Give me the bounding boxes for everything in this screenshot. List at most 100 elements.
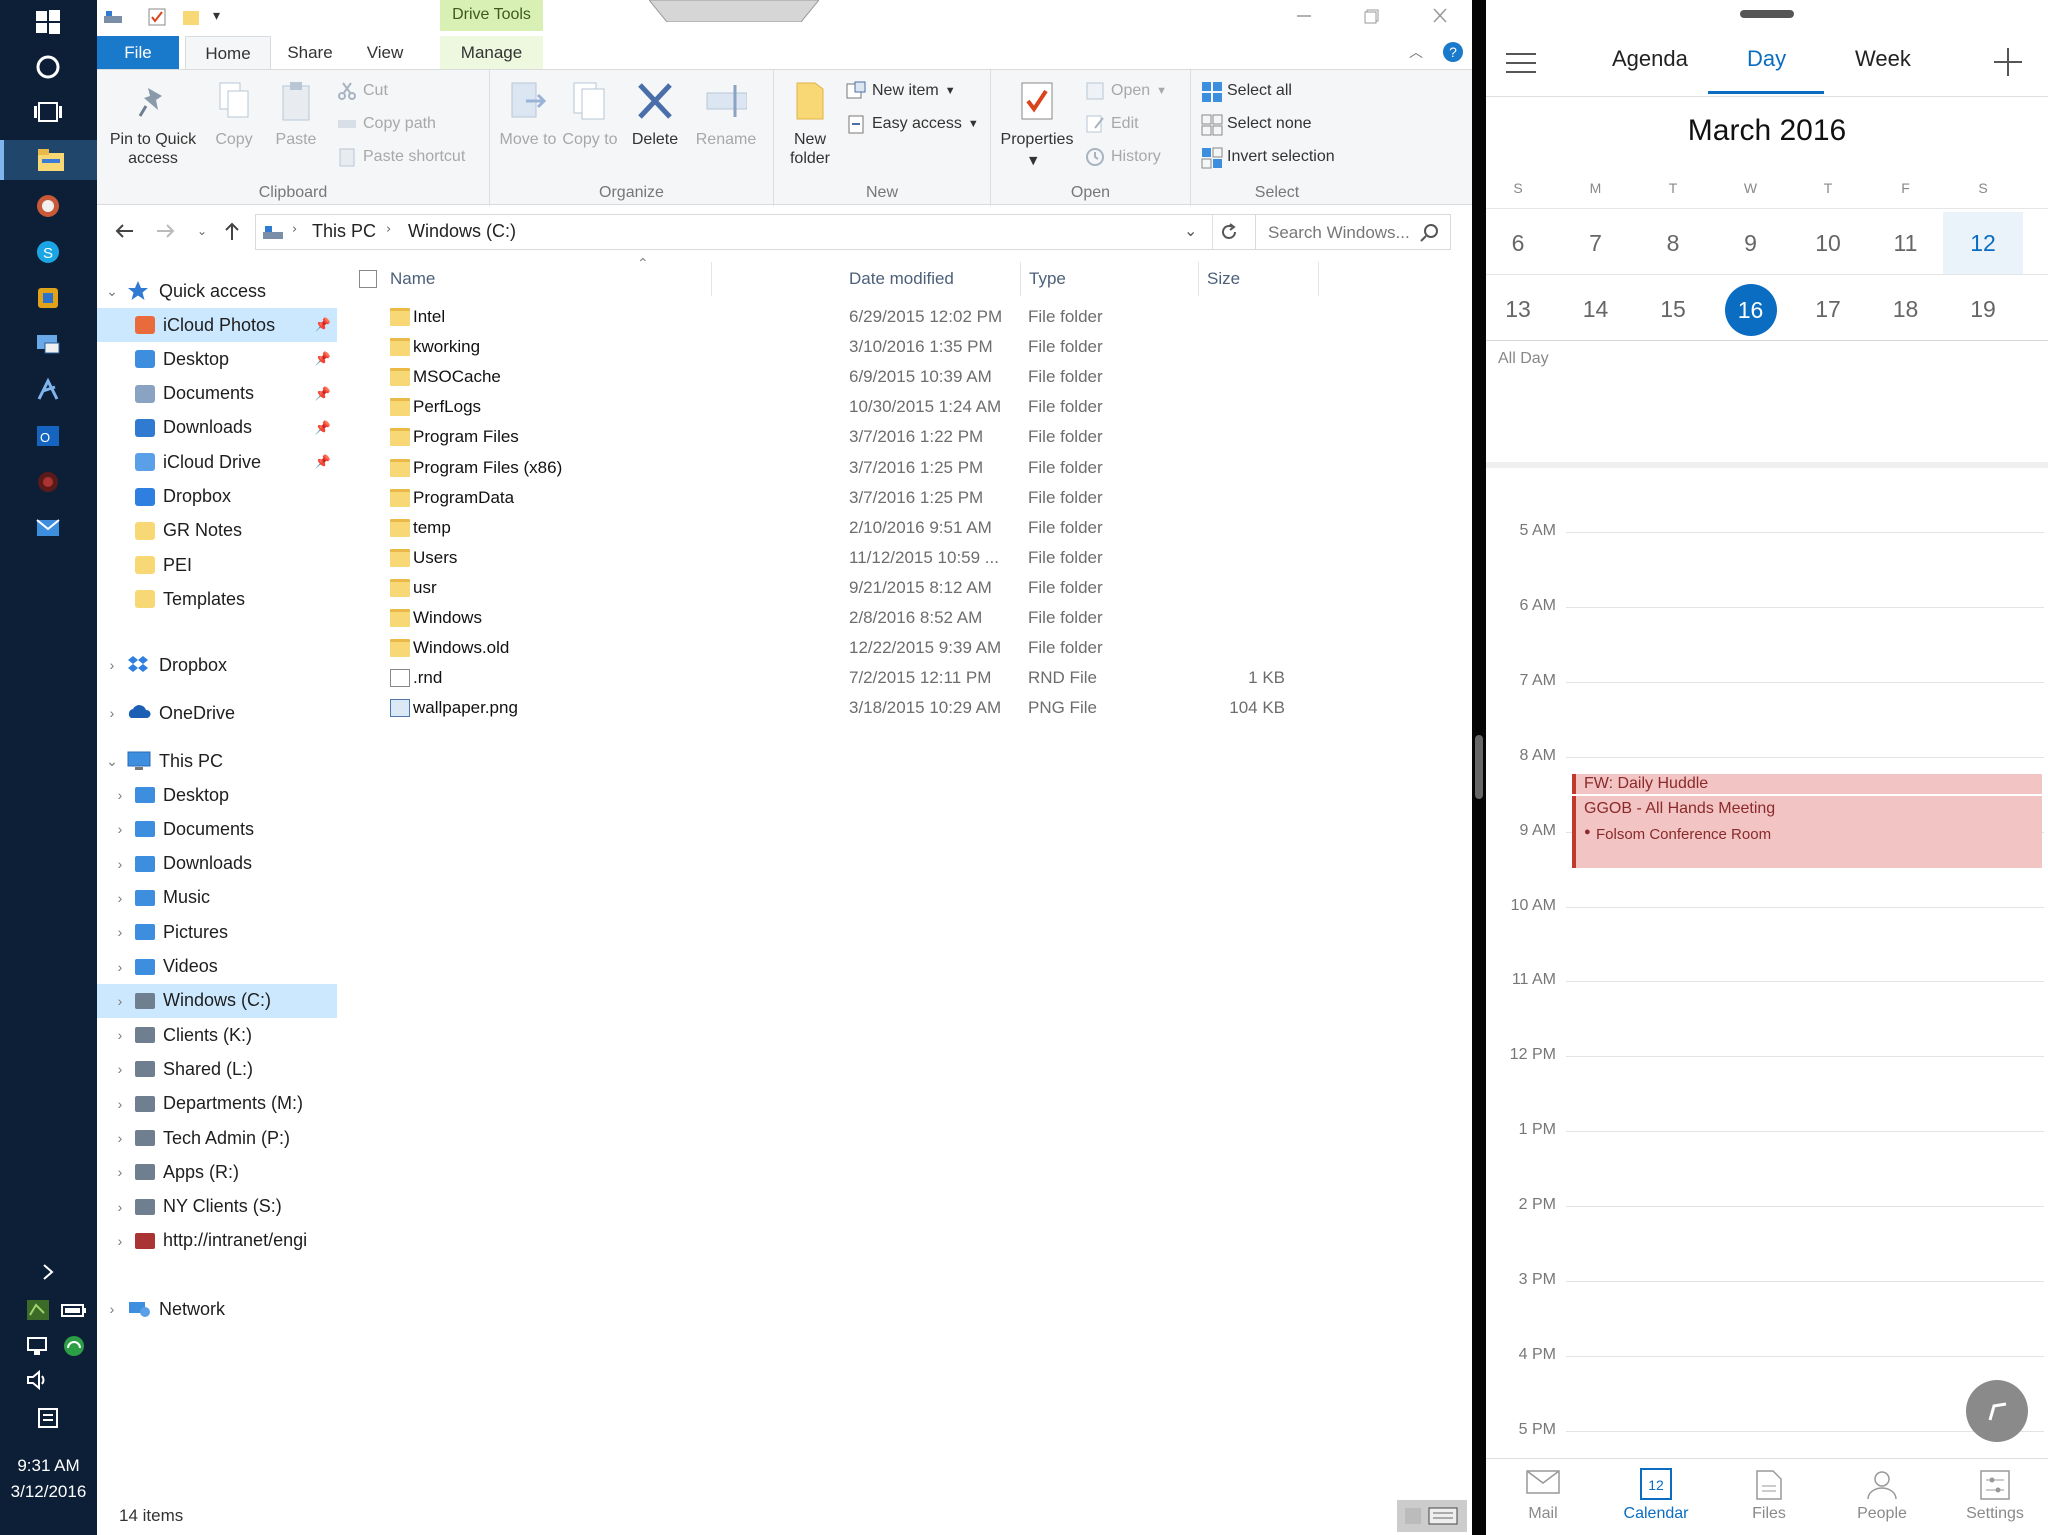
calendar-day[interactable]: 13: [1478, 278, 1558, 340]
tab-manage[interactable]: Manage: [440, 36, 543, 69]
close-button[interactable]: [1423, 4, 1457, 28]
nav-quick-item[interactable]: iCloud Drive 📌: [97, 445, 337, 479]
tab-home[interactable]: Home: [185, 36, 271, 70]
nav-onedrive[interactable]: › OneDrive: [97, 696, 337, 730]
skype-icon[interactable]: S: [28, 232, 68, 272]
expand-chevron-icon[interactable]: ›: [111, 1130, 129, 1146]
calendar-day[interactable]: 14: [1556, 278, 1636, 340]
expand-chevron-icon[interactable]: ›: [103, 705, 121, 721]
nav-pc-item[interactable]: › Tech Admin (P:): [97, 1121, 337, 1155]
tab-view[interactable]: View: [355, 36, 415, 69]
minimize-button[interactable]: [1287, 4, 1321, 28]
nav-pc-item[interactable]: › Downloads: [97, 847, 337, 881]
windows-start-icon[interactable]: [28, 2, 68, 42]
bottom-tab-calendar[interactable]: Calendar: [1601, 1505, 1711, 1523]
expand-chevron-icon[interactable]: ⌄: [103, 753, 121, 770]
app-icon-red[interactable]: [28, 462, 68, 502]
people-icon[interactable]: [1866, 1470, 1898, 1505]
mail-app-icon[interactable]: [28, 508, 68, 548]
nav-pc-item[interactable]: › NY Clients (S:): [97, 1190, 337, 1224]
nav-pc-item[interactable]: › Music: [97, 881, 337, 915]
app-icon-k[interactable]: [28, 370, 68, 410]
calendar-day[interactable]: 18: [1866, 278, 1946, 340]
tray-app-icon[interactable]: [18, 1290, 58, 1330]
address-dropdown-icon[interactable]: ⌄: [1184, 221, 1197, 240]
bottom-tab-files[interactable]: Files: [1714, 1505, 1824, 1523]
refresh-icon[interactable]: [1218, 221, 1240, 247]
bottom-tab-mail[interactable]: Mail: [1488, 1505, 1598, 1523]
calendar-day[interactable]: 11: [1866, 212, 1946, 274]
nav-pc-item[interactable]: › Apps (R:): [97, 1155, 337, 1189]
calendar-day[interactable]: 15: [1633, 278, 1713, 340]
easy-access-button[interactable]: Easy access ▼: [846, 111, 979, 137]
nav-quick-item[interactable]: Desktop 📌: [97, 342, 337, 376]
app-icon-square[interactable]: [28, 278, 68, 318]
expand-chevron-icon[interactable]: ›: [111, 993, 129, 1009]
app-icon-globe[interactable]: [28, 186, 68, 226]
file-explorer-taskbar-icon[interactable]: [0, 140, 97, 180]
window-grip-tab[interactable]: [648, 0, 820, 23]
nav-dropbox-root[interactable]: › Dropbox: [97, 648, 337, 682]
invert-selection-button[interactable]: Invert selection: [1201, 144, 1335, 170]
nav-pc-item[interactable]: › Windows (C:): [97, 983, 337, 1018]
file-row[interactable]: ProgramData 3/7/2016 1:25 PM File folder: [345, 483, 1325, 514]
new-folder-quick-icon[interactable]: [181, 7, 201, 31]
file-row[interactable]: Windows 2/8/2016 8:52 AM File folder: [345, 603, 1325, 634]
history-button[interactable]: History: [1085, 144, 1161, 170]
expand-chevron-icon[interactable]: ›: [103, 657, 121, 673]
edit-button[interactable]: Edit: [1085, 111, 1139, 137]
nav-pc-item[interactable]: › Documents: [97, 812, 337, 846]
tab-day[interactable]: Day: [1747, 46, 1786, 72]
show-hidden-icons-chevron-icon[interactable]: [28, 1252, 68, 1292]
column-header-type[interactable]: Type: [1021, 262, 1199, 296]
expand-chevron-icon[interactable]: ›: [111, 1096, 129, 1112]
nav-pc-item[interactable]: › Clients (K:): [97, 1018, 337, 1052]
new-folder-button[interactable]: New folder: [780, 78, 840, 168]
tab-week[interactable]: Week: [1855, 46, 1911, 72]
collapse-ribbon-icon[interactable]: ︿: [1409, 42, 1423, 62]
paste-button[interactable]: Paste: [267, 78, 325, 149]
file-row[interactable]: wallpaper.png 3/18/2015 10:29 AM PNG File 1…: [345, 693, 1325, 724]
search-box[interactable]: Search Windows...: [1255, 214, 1451, 250]
nav-quick-item[interactable]: PEI: [97, 548, 337, 582]
select-all-button[interactable]: Select all: [1201, 78, 1292, 104]
outlook-icon[interactable]: O: [28, 416, 68, 456]
add-event-plus-icon[interactable]: [1994, 48, 2022, 81]
nav-quick-item[interactable]: Templates: [97, 582, 337, 616]
pin-quick-access-button[interactable]: Pin to Quick access: [103, 78, 203, 168]
nav-quick-item[interactable]: Downloads 📌: [97, 411, 337, 445]
clock-time[interactable]: 9:31 AM: [0, 1456, 97, 1476]
expand-chevron-icon[interactable]: ›: [111, 856, 129, 872]
pin-icon[interactable]: 📌: [315, 386, 331, 402]
new-item-button[interactable]: New item ▼: [846, 78, 956, 104]
calendar-day[interactable]: 19: [1943, 278, 2023, 340]
nav-quick-access[interactable]: ⌄ Quick access: [97, 274, 337, 308]
expand-chevron-icon[interactable]: ›: [111, 1164, 129, 1180]
tab-file[interactable]: File: [97, 36, 179, 69]
bottom-tab-settings[interactable]: Settings: [1940, 1505, 2048, 1523]
select-all-checkbox[interactable]: [359, 270, 377, 288]
breadcrumb-this-pc[interactable]: This PC: [312, 221, 376, 242]
pin-icon[interactable]: 📌: [315, 351, 331, 367]
calendar-day[interactable]: 10: [1788, 212, 1868, 274]
cortana-icon[interactable]: [28, 47, 68, 87]
copy-button[interactable]: Copy: [205, 78, 263, 149]
cut-button[interactable]: Cut: [337, 78, 388, 104]
files-icon[interactable]: [1756, 1470, 1782, 1505]
nav-pc-item[interactable]: › Departments (M:): [97, 1087, 337, 1121]
calendar-day[interactable]: 8: [1633, 212, 1713, 274]
customize-toolbar-dropdown-icon[interactable]: ▾: [213, 8, 220, 24]
pin-icon[interactable]: 📌: [315, 454, 331, 470]
file-row[interactable]: usr 9/21/2015 8:12 AM File folder: [345, 573, 1325, 604]
column-header-date[interactable]: Date modified: [841, 262, 1021, 296]
restore-button[interactable]: [1355, 4, 1389, 28]
tab-agenda[interactable]: Agenda: [1612, 46, 1688, 72]
bottom-tab-people[interactable]: People: [1827, 1505, 1937, 1523]
battery-icon[interactable]: [54, 1290, 94, 1330]
back-arrow-icon[interactable]: [113, 220, 135, 246]
expand-chevron-icon[interactable]: ›: [111, 890, 129, 906]
expand-chevron-icon[interactable]: ›: [103, 1301, 121, 1317]
properties-quick-icon[interactable]: [147, 7, 167, 31]
recent-locations-chevron-icon[interactable]: ⌄: [197, 224, 207, 238]
nav-pc-item[interactable]: › Shared (L:): [97, 1052, 337, 1086]
